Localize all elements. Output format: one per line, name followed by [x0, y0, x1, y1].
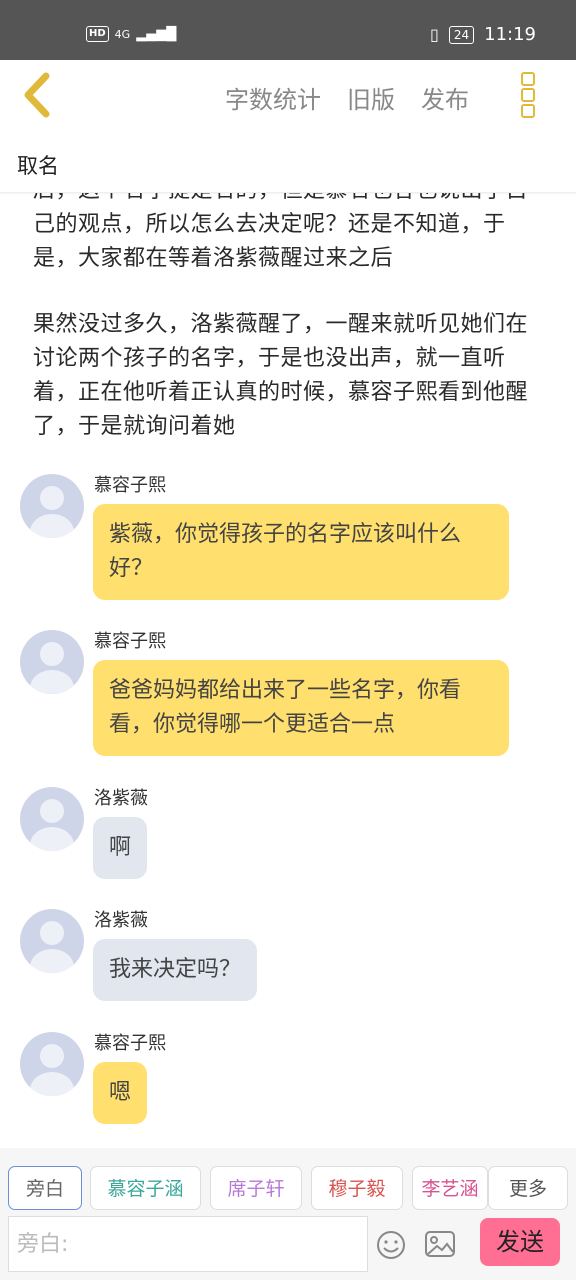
more-tags-button[interactable]: 更多 — [488, 1166, 568, 1210]
tag-character[interactable]: 慕容子涵 — [90, 1166, 201, 1210]
tag-character[interactable]: 李艺涵 — [412, 1166, 488, 1210]
message-bubble[interactable]: 紫薇，你觉得孩子的名字应该叫什么好？ — [93, 504, 509, 600]
battery-level: 24 — [448, 25, 475, 44]
vibrate-icon: ▯ — [430, 25, 439, 44]
chapter-title-row[interactable]: 取名 — [0, 130, 576, 193]
signal-label: 4G — [114, 27, 131, 41]
status-bar: HD 4G ▂▄▆█ ▯ 24 11:19 — [0, 0, 576, 60]
narration-paragraph[interactable]: 果然没过多久，洛紫薇醒了，一醒来就听见她们在讨论两个孩子的名字，于是也没出声，就… — [33, 308, 548, 444]
tag-character[interactable]: 席子轩 — [210, 1166, 302, 1210]
publish-button[interactable]: 发布 — [421, 80, 469, 115]
speaker-name: 慕容子熙 — [94, 475, 166, 496]
signal-bars-icon: ▂▄▆█ — [136, 26, 177, 42]
old-version-button[interactable]: 旧版 — [347, 80, 395, 115]
avatar[interactable] — [20, 630, 84, 694]
more-menu-icon[interactable] — [521, 72, 539, 118]
tag-character[interactable]: 穆子毅 — [311, 1166, 403, 1210]
chapter-title: 取名 — [17, 154, 59, 178]
avatar[interactable] — [20, 909, 84, 973]
speaker-name: 洛紫薇 — [94, 910, 148, 931]
narration-paragraph[interactable]: 后，这个名字提是名的，但是慕名也各也说出了自己的观点，所以怎么去决定呢？还是不知… — [33, 192, 548, 276]
message-bubble[interactable]: 我来决定吗？ — [93, 939, 258, 1001]
message-bubble[interactable]: 爸爸妈妈都给出来了一些名字，你看看，你觉得哪一个更适合一点 — [93, 660, 509, 756]
back-button[interactable] — [18, 70, 58, 120]
image-icon[interactable] — [424, 1230, 456, 1258]
word-count-button[interactable]: 字数统计 — [225, 80, 321, 115]
emoji-icon[interactable] — [376, 1230, 406, 1260]
avatar[interactable] — [20, 787, 84, 851]
character-tag-bar: 旁白 慕容子涵 席子轩 穆子毅 李艺涵 更多 — [0, 1148, 576, 1212]
speaker-name: 洛紫薇 — [94, 788, 148, 809]
network-indicators: HD 4G ▂▄▆█ — [86, 26, 176, 42]
message-input[interactable]: 旁白: — [8, 1216, 368, 1272]
speaker-name: 慕容子熙 — [94, 1033, 166, 1054]
chevron-left-icon — [24, 72, 50, 118]
hd-badge: HD — [86, 26, 109, 42]
avatar[interactable] — [20, 474, 84, 538]
input-bar: 旁白: 发送 — [0, 1212, 576, 1280]
send-button[interactable]: 发送 — [480, 1218, 560, 1266]
message-bubble[interactable]: 嗯 — [93, 1062, 148, 1124]
clock: 11:19 — [484, 24, 536, 45]
tag-narrator[interactable]: 旁白 — [8, 1166, 82, 1210]
speaker-name: 慕容子熙 — [94, 631, 166, 652]
avatar[interactable] — [20, 1032, 84, 1096]
message-bubble[interactable]: 啊 — [93, 817, 148, 879]
top-bar: 字数统计 旧版 发布 — [0, 60, 576, 130]
status-right: ▯ 24 11:19 — [430, 24, 536, 45]
story-content[interactable]: 后，这个名字提是名的，但是慕名也各也说出了自己的观点，所以怎么去决定呢？还是不知… — [0, 192, 576, 1144]
top-actions: 字数统计 旧版 发布 — [225, 80, 469, 115]
